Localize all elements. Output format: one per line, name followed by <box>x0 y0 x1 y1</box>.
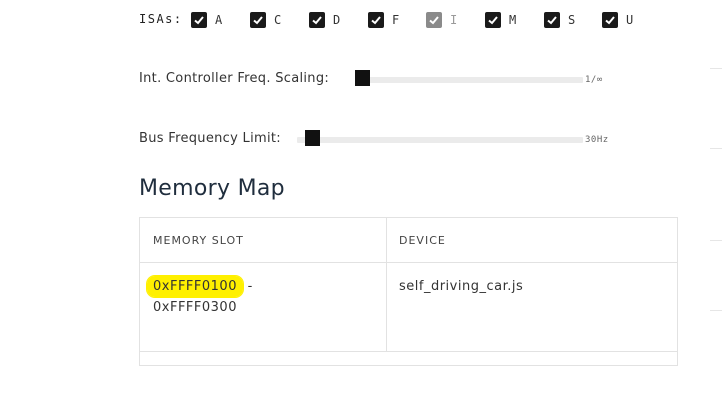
bus-limit-value: 30Hz <box>585 135 609 145</box>
isa-letter: F <box>392 13 400 27</box>
freq-scaling-value: 1/∞ <box>585 75 603 85</box>
checkbox-checked-disabled-icon <box>426 12 442 28</box>
slot-separator: - <box>242 279 253 294</box>
slot-end: 0xFFFF0300 <box>153 300 237 315</box>
header-memory-slot: MEMORY SLOT <box>153 234 244 247</box>
freq-scaling-thumb[interactable] <box>355 70 370 86</box>
bus-limit-thumb[interactable] <box>305 130 320 146</box>
bus-limit-track[interactable] <box>297 137 583 143</box>
checkbox-checked-icon[interactable] <box>250 12 266 28</box>
bus-limit-slider-row: Bus Frequency Limit: 30Hz <box>139 130 639 150</box>
device-name: self_driving_car.js <box>399 279 524 294</box>
header-device: DEVICE <box>399 234 446 247</box>
table-cell-device: self_driving_car.js <box>399 276 523 297</box>
isa-letter: C <box>274 13 282 27</box>
isa-letter: M <box>509 13 517 27</box>
checkbox-checked-icon[interactable] <box>368 12 384 28</box>
row-divider <box>140 351 677 352</box>
bus-limit-label: Bus Frequency Limit: <box>139 131 281 146</box>
freq-scaling-slider-row: Int. Controller Freq. Scaling: 1/∞ <box>139 70 639 90</box>
freq-scaling-label: Int. Controller Freq. Scaling: <box>139 71 330 86</box>
checkbox-checked-icon[interactable] <box>485 12 501 28</box>
memory-map-title: Memory Map <box>139 176 285 201</box>
memory-map-table: MEMORY SLOT DEVICE 0xFFFF0100 - 0xFFFF03… <box>139 217 678 366</box>
table-cell-memory-slot: 0xFFFF0100 - 0xFFFF0300 <box>147 276 253 318</box>
isa-letter: I <box>450 13 458 27</box>
isa-letter: S <box>568 13 576 27</box>
right-edge-panel <box>710 0 722 414</box>
isa-letter: D <box>333 13 341 27</box>
checkbox-checked-icon[interactable] <box>191 12 207 28</box>
checkbox-checked-icon[interactable] <box>602 12 618 28</box>
freq-scaling-track[interactable] <box>355 77 583 83</box>
isa-letter: A <box>215 13 223 27</box>
checkbox-checked-icon[interactable] <box>544 12 560 28</box>
column-divider <box>386 218 387 351</box>
isa-letter: U <box>626 13 634 27</box>
checkbox-checked-icon[interactable] <box>309 12 325 28</box>
slot-start-highlighted[interactable]: 0xFFFF0100 <box>147 276 243 297</box>
table-header-row: MEMORY SLOT DEVICE <box>140 218 677 263</box>
isa-label: ISAs: <box>139 12 183 26</box>
